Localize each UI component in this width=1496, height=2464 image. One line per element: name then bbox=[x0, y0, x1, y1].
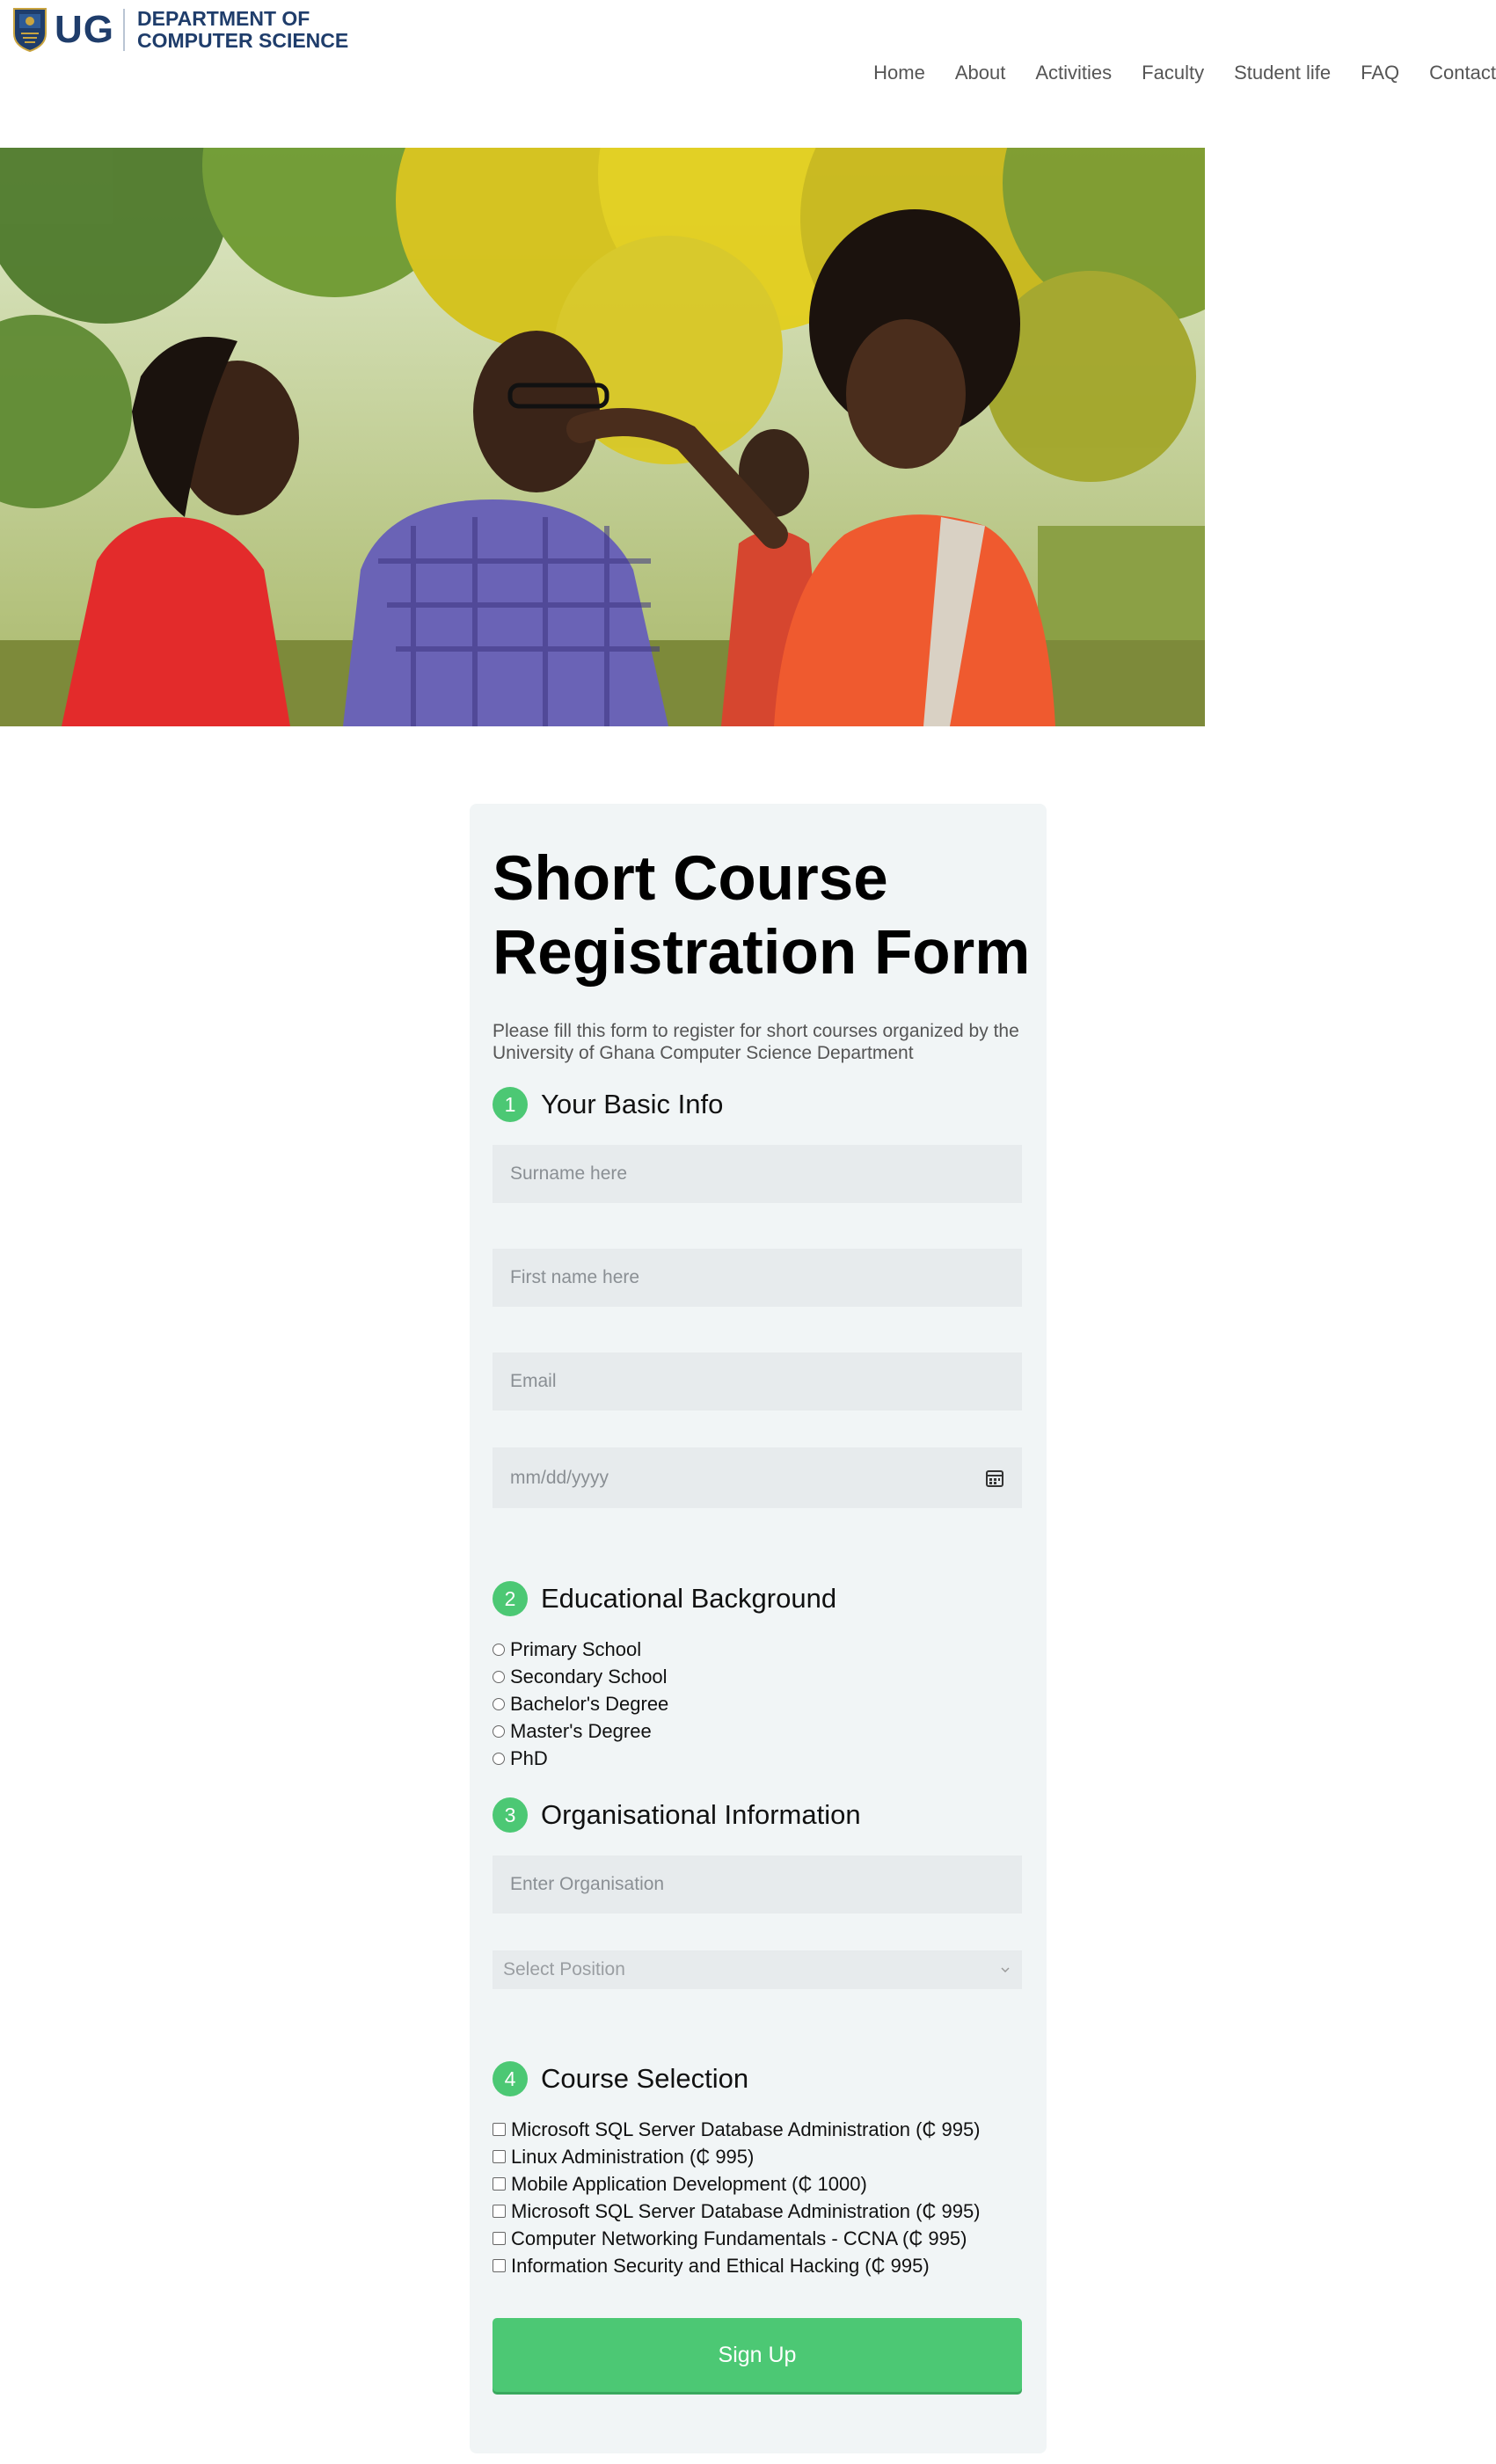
organisation-input[interactable] bbox=[493, 1855, 1022, 1914]
course-option[interactable]: Microsoft SQL Server Database Administra… bbox=[493, 2198, 981, 2225]
checkbox[interactable] bbox=[493, 2259, 506, 2272]
university-crest-icon bbox=[13, 8, 47, 53]
position-select[interactable]: Select Position bbox=[493, 1950, 1022, 1989]
logo-department-name: DEPARTMENT OF COMPUTER SCIENCE bbox=[137, 8, 348, 52]
hero-image bbox=[0, 148, 1205, 726]
option-label: Secondary School bbox=[510, 1665, 668, 1688]
course-option[interactable]: Computer Networking Fundamentals - CCNA … bbox=[493, 2225, 981, 2252]
section-basic-info: 1 Your Basic Info bbox=[493, 1087, 723, 1122]
checkbox[interactable] bbox=[493, 2123, 506, 2136]
option-label: Bachelor's Degree bbox=[510, 1692, 669, 1715]
nav-activities[interactable]: Activities bbox=[1035, 62, 1112, 84]
radio-button[interactable] bbox=[493, 1697, 505, 1710]
section-organisational-info: 3 Organisational Information bbox=[493, 1797, 861, 1833]
education-option-primary[interactable]: Primary School bbox=[493, 1636, 668, 1663]
checkbox[interactable] bbox=[493, 2177, 506, 2191]
email-input[interactable] bbox=[493, 1352, 1022, 1411]
course-option[interactable]: Information Security and Ethical Hacking… bbox=[493, 2252, 981, 2279]
nav-faculty[interactable]: Faculty bbox=[1142, 62, 1204, 84]
checkbox[interactable] bbox=[493, 2205, 506, 2218]
radio-button[interactable] bbox=[493, 1752, 505, 1765]
course-label: Microsoft SQL Server Database Administra… bbox=[511, 2118, 981, 2140]
education-option-masters[interactable]: Master's Degree bbox=[493, 1717, 668, 1745]
first-name-input[interactable] bbox=[493, 1249, 1022, 1307]
sign-up-button[interactable]: Sign Up bbox=[493, 2318, 1022, 2392]
radio-button[interactable] bbox=[493, 1670, 505, 1683]
logo-divider bbox=[123, 9, 125, 51]
course-option[interactable]: Linux Administration (₵ 995) bbox=[493, 2143, 981, 2170]
radio-button[interactable] bbox=[493, 1643, 505, 1656]
course-option[interactable]: Mobile Application Development (₵ 1000) bbox=[493, 2170, 981, 2198]
section-title: Organisational Information bbox=[541, 1799, 861, 1830]
logo-line-1: DEPARTMENT OF bbox=[137, 7, 310, 30]
section-number-badge: 2 bbox=[493, 1581, 528, 1616]
course-label: Linux Administration (₵ 995) bbox=[511, 2145, 755, 2168]
education-option-secondary[interactable]: Secondary School bbox=[493, 1663, 668, 1690]
logo-line-2: COMPUTER SCIENCE bbox=[137, 29, 349, 52]
course-label: Computer Networking Fundamentals - CCNA … bbox=[511, 2227, 967, 2249]
nav-student-life[interactable]: Student life bbox=[1234, 62, 1331, 84]
education-options: Primary School Secondary School Bachelor… bbox=[493, 1636, 668, 1772]
section-number-badge: 3 bbox=[493, 1797, 528, 1833]
section-title: Educational Background bbox=[541, 1583, 837, 1614]
section-educational-background: 2 Educational Background bbox=[493, 1581, 836, 1616]
section-title: Your Basic Info bbox=[541, 1089, 724, 1119]
section-title: Course Selection bbox=[541, 2063, 749, 2094]
course-options: Microsoft SQL Server Database Administra… bbox=[493, 2116, 981, 2279]
option-label: PhD bbox=[510, 1746, 548, 1769]
date-of-birth-input[interactable]: mm/dd/yyyy bbox=[493, 1447, 1022, 1508]
course-label: Mobile Application Development (₵ 1000) bbox=[511, 2172, 867, 2195]
form-title: Short Course Registration Form bbox=[493, 844, 1031, 988]
surname-input[interactable] bbox=[493, 1145, 1022, 1203]
course-label: Microsoft SQL Server Database Administra… bbox=[511, 2199, 981, 2222]
checkbox[interactable] bbox=[493, 2150, 506, 2163]
education-option-phd[interactable]: PhD bbox=[493, 1745, 668, 1772]
nav-faq[interactable]: FAQ bbox=[1361, 62, 1399, 84]
section-course-selection: 4 Course Selection bbox=[493, 2061, 748, 2096]
position-select-value: Select Position bbox=[503, 1959, 625, 1979]
site-logo[interactable]: UG DEPARTMENT OF COMPUTER SCIENCE bbox=[12, 7, 348, 53]
form-intro: Please fill this form to register for sh… bbox=[493, 1021, 1019, 1063]
logo-ug-text: UG bbox=[55, 8, 114, 51]
date-placeholder: mm/dd/yyyy bbox=[510, 1467, 609, 1488]
section-number-badge: 4 bbox=[493, 2061, 528, 2096]
nav-about[interactable]: About bbox=[955, 62, 1006, 84]
checkbox[interactable] bbox=[493, 2232, 506, 2245]
nav-home[interactable]: Home bbox=[873, 62, 925, 84]
course-label: Information Security and Ethical Hacking… bbox=[511, 2254, 930, 2277]
registration-form-card: Short Course Registration Form Please fi… bbox=[470, 804, 1047, 2453]
chevron-down-icon bbox=[1001, 1967, 1010, 1973]
option-label: Primary School bbox=[510, 1637, 642, 1660]
education-option-bachelors[interactable]: Bachelor's Degree bbox=[493, 1690, 668, 1717]
main-nav: Home About Activities Faculty Student li… bbox=[873, 62, 1496, 84]
radio-button[interactable] bbox=[493, 1724, 505, 1738]
section-number-badge: 1 bbox=[493, 1087, 528, 1122]
nav-contact[interactable]: Contact bbox=[1429, 62, 1496, 84]
calendar-icon[interactable] bbox=[985, 1469, 1004, 1488]
students-photo-icon bbox=[0, 148, 1205, 726]
option-label: Master's Degree bbox=[510, 1719, 652, 1742]
course-option[interactable]: Microsoft SQL Server Database Administra… bbox=[493, 2116, 981, 2143]
